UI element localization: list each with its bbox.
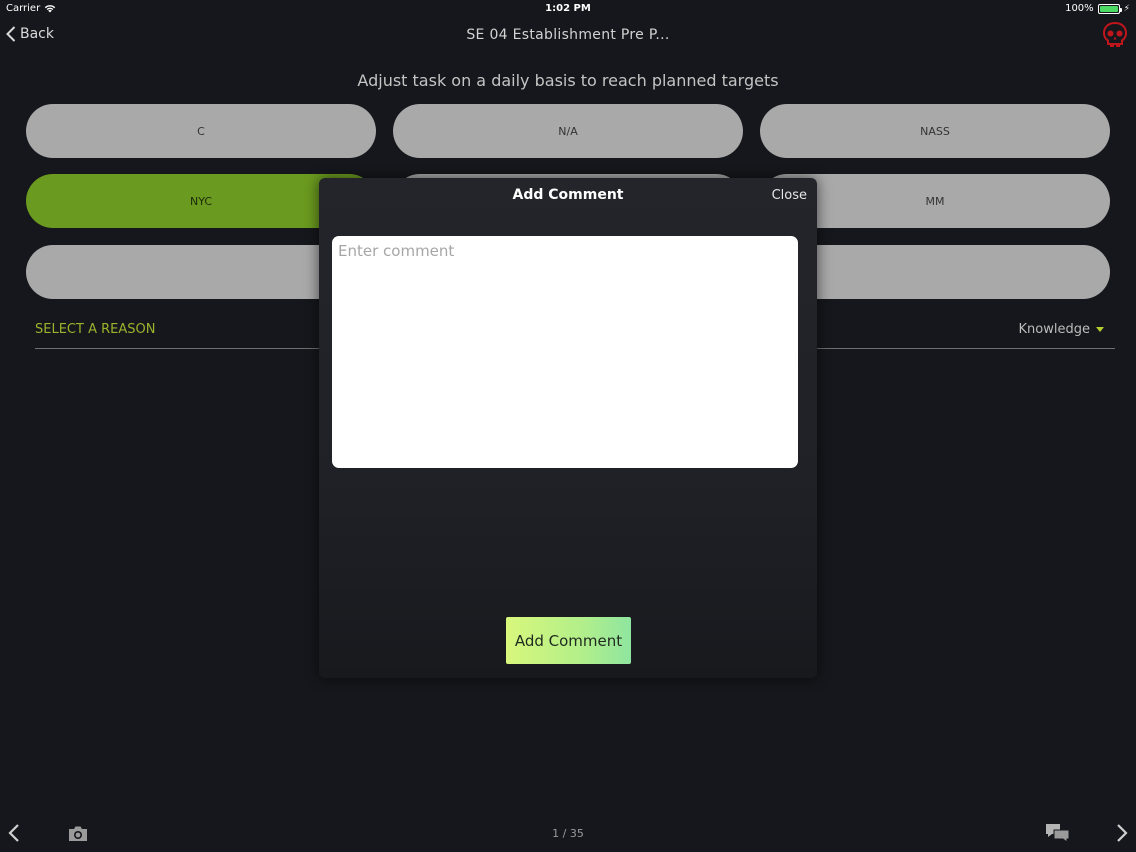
battery-info: 100% ⚡ (1065, 3, 1130, 14)
reason-label: SELECT A REASON (35, 322, 156, 337)
close-button[interactable]: Close (772, 188, 807, 203)
instruction-text: Adjust task on a daily basis to reach pl… (357, 71, 779, 90)
option-na[interactable]: N/A (393, 104, 743, 158)
add-comment-button[interactable]: Add Comment (506, 617, 631, 664)
status-time: 1:02 PM (545, 3, 591, 14)
app-root: Carrier 1:02 PM 100% ⚡ Back SE 04 Establ… (0, 0, 1136, 852)
chat-icon[interactable] (1045, 822, 1071, 844)
reason-selected-value: Knowledge (1018, 322, 1090, 337)
option-c[interactable]: C (26, 104, 376, 158)
add-comment-modal: Add Comment Close Add Comment (319, 178, 817, 678)
battery-percent: 100% (1065, 3, 1094, 14)
reason-dropdown[interactable]: Knowledge (1019, 322, 1104, 337)
option-nass[interactable]: NASS (760, 104, 1110, 158)
caret-down-icon (1096, 327, 1104, 332)
status-bar: Carrier 1:02 PM 100% ⚡ (0, 0, 1136, 18)
modal-title: Add Comment (512, 187, 624, 203)
battery-icon (1097, 3, 1122, 14)
page-indicator: 1 / 35 (552, 827, 584, 840)
charging-icon: ⚡ (1123, 3, 1130, 14)
page-title: SE 04 Establishment Pre P... (466, 27, 670, 43)
skull-icon[interactable] (1100, 20, 1130, 50)
chevron-right-icon[interactable] (1114, 822, 1130, 844)
comment-input[interactable] (332, 236, 798, 468)
